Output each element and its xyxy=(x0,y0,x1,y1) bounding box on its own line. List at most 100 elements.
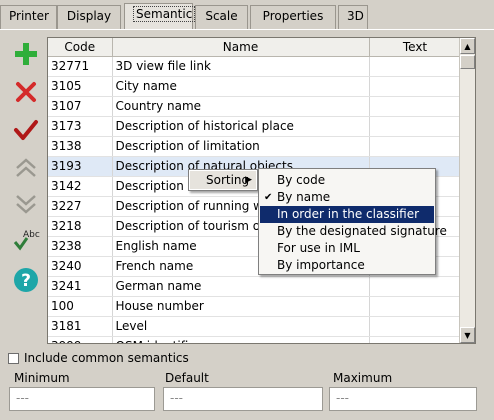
cell-name: Country name xyxy=(112,96,370,117)
move-down-icon xyxy=(16,195,36,214)
cell-code: 100 xyxy=(48,296,113,317)
cell-code: 3238 xyxy=(48,236,113,257)
cell-text[interactable] xyxy=(369,336,462,343)
cell-text[interactable] xyxy=(369,56,462,77)
menu-item-for-use-iml[interactable]: For use in IML xyxy=(260,240,434,257)
menu-item-in-order-classifier[interactable]: In order in the classifier xyxy=(260,206,434,223)
column-header-code[interactable]: Code xyxy=(48,38,113,57)
move-up-icon xyxy=(16,158,36,177)
tab-label: Properties xyxy=(262,9,324,23)
minimum-value: --- xyxy=(16,391,29,405)
add-icon xyxy=(15,43,37,65)
menu-item-label: By the designated signature xyxy=(277,224,447,238)
maximum-field[interactable]: --- xyxy=(329,387,477,411)
default-label: Default xyxy=(165,371,209,385)
tab-label: Display xyxy=(66,9,112,23)
cell-text[interactable] xyxy=(369,136,462,157)
table-row[interactable]: 3105 City name xyxy=(48,76,462,97)
maximum-value: --- xyxy=(336,391,349,405)
table-row[interactable]: 3173 Description of historical place xyxy=(48,116,462,137)
cell-text[interactable] xyxy=(369,276,462,297)
table-row[interactable]: 3181 Level xyxy=(48,316,462,337)
scroll-up-button[interactable]: ▲ xyxy=(460,38,475,54)
cell-name: Level xyxy=(112,316,370,337)
scroll-up-arrow-icon: ▲ xyxy=(464,41,471,51)
tab-display[interactable]: Display xyxy=(57,5,121,29)
tab-properties[interactable]: Properties xyxy=(250,5,336,29)
cell-text[interactable] xyxy=(369,96,462,117)
table-row[interactable]: 32771 3D view file link xyxy=(48,56,462,77)
sorting-submenu: By code ✔ By name In order in the classif… xyxy=(258,168,447,275)
tab-semantic[interactable]: Semantic xyxy=(124,3,196,30)
menu-item-label: In order in the classifier xyxy=(277,207,420,221)
apply-button[interactable] xyxy=(6,114,46,146)
cell-text[interactable] xyxy=(369,116,462,137)
table-row[interactable]: 3999OSM identifier xyxy=(48,336,462,343)
cell-code: 3105 xyxy=(48,76,113,97)
spellcheck-icon: Abc xyxy=(13,230,40,251)
tab-label: Printer xyxy=(9,9,49,23)
tab-bar: Printer Display Semantic Scale Propertie… xyxy=(0,0,494,34)
default-field[interactable]: --- xyxy=(163,387,323,411)
menu-item-by-name[interactable]: ✔ By name xyxy=(260,189,434,206)
cell-code: 3241 xyxy=(48,276,113,297)
checkmark-icon xyxy=(14,120,38,140)
menu-item-by-signature[interactable]: By the designated signature xyxy=(260,223,447,240)
help-icon: ? xyxy=(14,268,38,292)
add-button[interactable] xyxy=(6,38,46,70)
menu-item-label: By name xyxy=(277,190,331,204)
cell-name: 3D view file link xyxy=(112,56,370,77)
move-up-button[interactable] xyxy=(6,152,46,184)
table-row[interactable]: 3241 German name xyxy=(48,276,462,297)
cell-code: 3240 xyxy=(48,256,113,277)
table-row[interactable]: 3107 Country name xyxy=(48,96,462,117)
cell-name: Description of historical place xyxy=(112,116,370,137)
maximum-label: Maximum xyxy=(333,371,393,385)
cell-code: 3173 xyxy=(48,116,113,137)
cell-text[interactable] xyxy=(369,296,462,317)
cell-code: 3193 xyxy=(48,156,113,177)
tab-label: 3D xyxy=(347,9,364,23)
table-row[interactable]: 3138 Description of limitation xyxy=(48,136,462,157)
menu-item-label: By importance xyxy=(277,258,365,272)
tab-printer[interactable]: Printer xyxy=(0,5,57,29)
menu-item-sorting[interactable]: Sorting ▶ xyxy=(190,171,256,189)
cell-text[interactable] xyxy=(369,316,462,337)
context-menu: Sorting ▶ xyxy=(188,169,258,191)
delete-icon xyxy=(16,82,36,102)
scroll-thumb[interactable] xyxy=(460,55,475,69)
cell-name: OSM identifier xyxy=(112,336,370,343)
vertical-scrollbar[interactable]: ▲ ▼ xyxy=(459,38,475,343)
menu-item-by-code[interactable]: By code xyxy=(260,172,434,189)
include-common-semantics[interactable]: Include common semantics xyxy=(8,350,189,366)
menu-item-by-importance[interactable]: By importance xyxy=(260,257,434,274)
checkbox-label: Include common semantics xyxy=(24,351,189,365)
move-down-button[interactable] xyxy=(6,188,46,220)
scroll-down-button[interactable]: ▼ xyxy=(460,327,475,343)
cell-code: 3999 xyxy=(48,336,113,343)
scroll-down-arrow-icon: ▼ xyxy=(464,330,471,340)
menu-item-label: For use in IML xyxy=(277,241,360,255)
help-button[interactable]: ? xyxy=(6,264,46,296)
tab-label: Semantic xyxy=(133,6,196,22)
menu-item-label: By code xyxy=(277,173,326,187)
check-icon: ✔ xyxy=(264,192,273,203)
cell-code: 3142 xyxy=(48,176,113,197)
cell-code: 3227 xyxy=(48,196,113,217)
tab-scale[interactable]: Scale xyxy=(195,5,248,29)
spellcheck-button[interactable]: Abc xyxy=(6,224,46,256)
include-common-checkbox[interactable] xyxy=(8,352,19,364)
minimum-field[interactable]: --- xyxy=(9,387,155,411)
default-value: --- xyxy=(170,391,183,405)
column-header-text[interactable]: Text xyxy=(369,38,462,57)
cell-code: 3218 xyxy=(48,216,113,237)
cell-text[interactable] xyxy=(369,76,462,97)
table-row[interactable]: 100 House number xyxy=(48,296,462,317)
tab-3d[interactable]: 3D xyxy=(338,5,368,29)
cell-code: 3138 xyxy=(48,136,113,157)
column-header-name[interactable]: Name xyxy=(112,38,370,57)
cell-name: Description of limitation xyxy=(112,136,370,157)
cell-code: 3107 xyxy=(48,96,113,117)
delete-button[interactable] xyxy=(6,76,46,108)
cell-name: House number xyxy=(112,296,370,317)
